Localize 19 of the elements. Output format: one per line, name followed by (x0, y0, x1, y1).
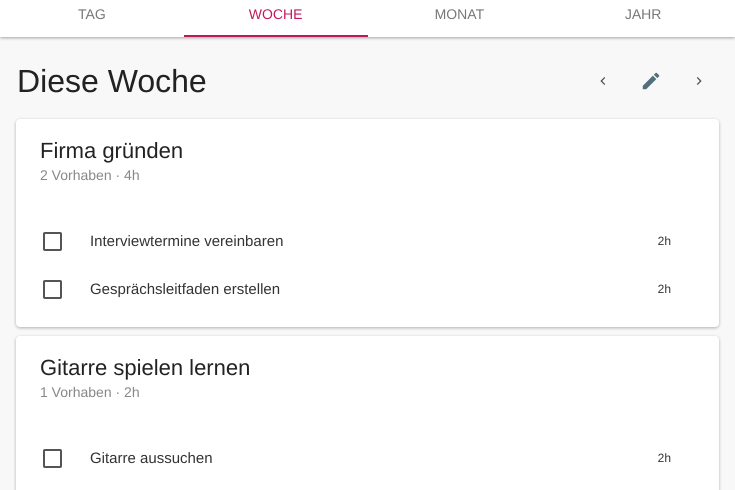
checkbox[interactable] (43, 232, 62, 250)
task-duration: 2h (658, 234, 671, 248)
task-label: Gitarre aussuchen (90, 450, 214, 466)
goal-title: Gitarre spielen lernen (40, 354, 252, 382)
tab[interactable]: MONAT (368, 0, 552, 37)
task-label: Gesprächsleitfaden erstellen (90, 280, 282, 298)
goal-summary: 1 Vorhaben · 2h (40, 384, 141, 400)
checkbox[interactable] (43, 280, 62, 298)
tab[interactable]: WOCHE (184, 0, 368, 37)
task-duration: 2h (658, 282, 671, 296)
task-label: Interviewtermine vereinbaren (90, 232, 284, 250)
goal-title: Firma gründen (40, 137, 184, 165)
tab[interactable]: TAG (0, 0, 184, 37)
task-duration: 2h (658, 451, 671, 465)
checkbox[interactable] (43, 448, 62, 468)
pencil-icon (640, 70, 662, 92)
goal-summary: 2 Vorhaben · 4h (40, 167, 141, 183)
page-title: Diese Woche (17, 62, 207, 101)
tab[interactable]: JAHR (551, 0, 735, 37)
